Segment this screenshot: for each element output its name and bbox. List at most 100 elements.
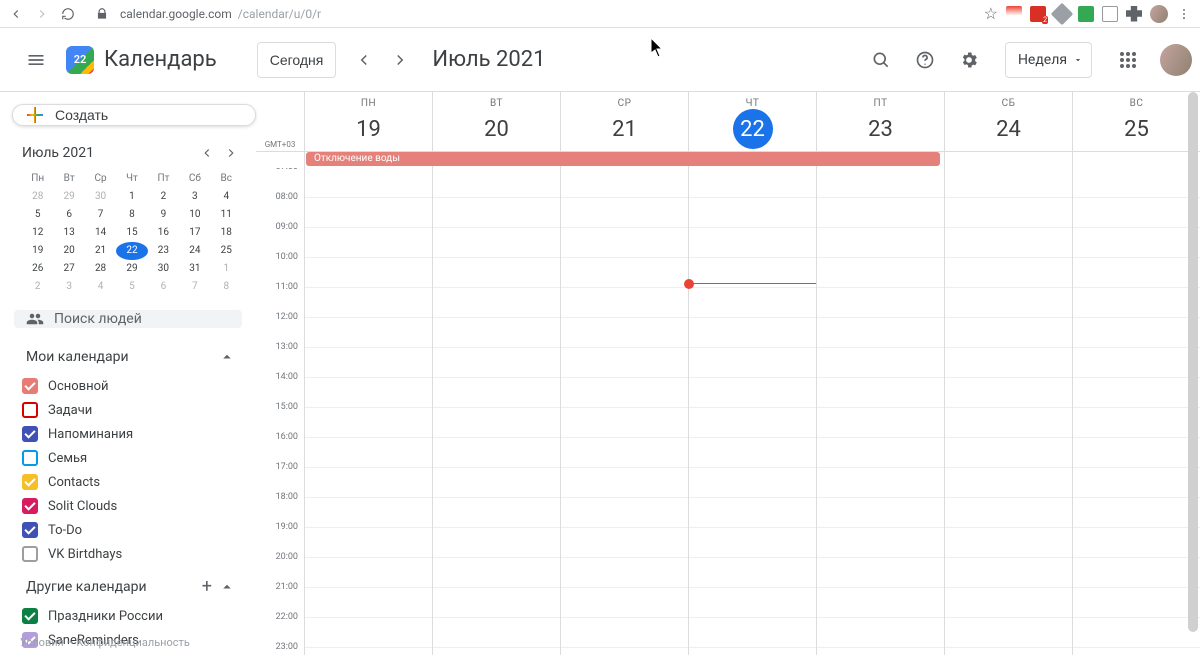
- minical-day[interactable]: 30: [85, 188, 116, 206]
- browser-back-icon[interactable]: [8, 6, 24, 22]
- minical-day[interactable]: 1: [211, 260, 242, 278]
- minical-day[interactable]: 28: [85, 260, 116, 278]
- calendar-item[interactable]: Напоминания: [22, 422, 246, 446]
- day-column[interactable]: [304, 168, 432, 655]
- today-button[interactable]: Сегодня: [257, 42, 337, 78]
- account-avatar[interactable]: [1160, 44, 1192, 76]
- minical-day[interactable]: 4: [85, 278, 116, 296]
- browser-reload-icon[interactable]: [60, 6, 76, 22]
- bookmark-star-icon[interactable]: ☆: [984, 4, 998, 23]
- calendar-item[interactable]: VK Birtdhays: [22, 542, 246, 566]
- vertical-scrollbar[interactable]: [1186, 92, 1200, 655]
- browser-forward-icon[interactable]: [34, 6, 50, 22]
- minical-day[interactable]: 27: [53, 260, 84, 278]
- minical-day[interactable]: 5: [22, 206, 53, 224]
- next-period-button[interactable]: [384, 44, 416, 76]
- day-date[interactable]: 21: [605, 109, 645, 149]
- calendar-item[interactable]: Праздники России: [22, 604, 246, 628]
- minical-next-button[interactable]: [220, 142, 242, 164]
- day-header[interactable]: ВС25: [1072, 92, 1200, 151]
- minical-day[interactable]: 14: [85, 224, 116, 242]
- minical-day[interactable]: 20: [53, 242, 84, 260]
- calendar-checkbox[interactable]: [22, 450, 38, 466]
- minical-day[interactable]: 29: [116, 260, 147, 278]
- calendar-item[interactable]: Основной: [22, 374, 246, 398]
- minical-day[interactable]: 17: [179, 224, 210, 242]
- minical-day[interactable]: 6: [148, 278, 179, 296]
- main-menu-button[interactable]: [12, 36, 60, 84]
- minical-day[interactable]: 26: [22, 260, 53, 278]
- view-selector[interactable]: Неделя: [1005, 42, 1092, 78]
- browser-profile-avatar[interactable]: [1150, 5, 1168, 23]
- minical-prev-button[interactable]: [196, 142, 218, 164]
- minical-day[interactable]: 25: [211, 242, 242, 260]
- minical-day[interactable]: 8: [116, 206, 147, 224]
- minical-day[interactable]: 24: [179, 242, 210, 260]
- allday-row[interactable]: Отключение воды: [256, 152, 1200, 168]
- minical-day[interactable]: 5: [116, 278, 147, 296]
- settings-button[interactable]: [949, 40, 989, 80]
- day-date[interactable]: 25: [1117, 109, 1157, 149]
- minical-day[interactable]: 30: [148, 260, 179, 278]
- day-column[interactable]: [688, 168, 816, 655]
- day-date[interactable]: 22: [733, 109, 773, 149]
- day-header[interactable]: ВТ20: [432, 92, 560, 151]
- minical-day[interactable]: 22: [116, 242, 147, 260]
- minical-day[interactable]: 3: [53, 278, 84, 296]
- allday-slot[interactable]: [1072, 152, 1200, 168]
- extension-gmail-icon[interactable]: [1006, 6, 1022, 22]
- other-calendars-header[interactable]: Другие календари +: [0, 572, 256, 602]
- minical-day[interactable]: 6: [53, 206, 84, 224]
- calendar-checkbox[interactable]: [22, 522, 38, 538]
- minical-day[interactable]: 13: [53, 224, 84, 242]
- day-column[interactable]: [944, 168, 1072, 655]
- minical-day[interactable]: 31: [179, 260, 210, 278]
- calendar-checkbox[interactable]: [22, 426, 38, 442]
- day-column[interactable]: [816, 168, 944, 655]
- extension-grey-icon[interactable]: [1051, 2, 1074, 25]
- minical-day[interactable]: 28: [22, 188, 53, 206]
- calendar-checkbox[interactable]: [22, 498, 38, 514]
- my-calendars-header[interactable]: Мои календари: [0, 342, 256, 372]
- calendar-item[interactable]: Contacts: [22, 470, 246, 494]
- minical-day[interactable]: 4: [211, 188, 242, 206]
- search-people-input[interactable]: Поиск людей: [14, 310, 242, 328]
- minical-day[interactable]: 19: [22, 242, 53, 260]
- day-header[interactable]: ЧТ22: [688, 92, 816, 151]
- privacy-link[interactable]: Конфиденциальность: [76, 636, 190, 649]
- prev-period-button[interactable]: [348, 44, 380, 76]
- minical-day[interactable]: 2: [148, 188, 179, 206]
- calendar-checkbox[interactable]: [22, 608, 38, 624]
- day-header[interactable]: СР21: [560, 92, 688, 151]
- minical-day[interactable]: 16: [148, 224, 179, 242]
- google-apps-button[interactable]: [1108, 40, 1148, 80]
- minical-day[interactable]: 7: [85, 206, 116, 224]
- day-header[interactable]: ПТ23: [816, 92, 944, 151]
- extension-notion-icon[interactable]: [1102, 6, 1118, 22]
- calendar-item[interactable]: To-Do: [22, 518, 246, 542]
- day-date[interactable]: 24: [989, 109, 1029, 149]
- day-header[interactable]: СБ24: [944, 92, 1072, 151]
- day-date[interactable]: 23: [861, 109, 901, 149]
- minical-day[interactable]: 15: [116, 224, 147, 242]
- calendar-checkbox[interactable]: [22, 474, 38, 490]
- calendar-checkbox[interactable]: [22, 402, 38, 418]
- calendar-item[interactable]: Задачи: [22, 398, 246, 422]
- minical-day[interactable]: 1: [116, 188, 147, 206]
- day-column[interactable]: [560, 168, 688, 655]
- search-button[interactable]: [861, 40, 901, 80]
- minical-day[interactable]: 23: [148, 242, 179, 260]
- calendar-item[interactable]: Семья: [22, 446, 246, 470]
- support-button[interactable]: [905, 40, 945, 80]
- minical-day[interactable]: 2: [22, 278, 53, 296]
- day-column[interactable]: [1072, 168, 1200, 655]
- day-date[interactable]: 20: [477, 109, 517, 149]
- minical-day[interactable]: 12: [22, 224, 53, 242]
- day-column[interactable]: [432, 168, 560, 655]
- allday-slot[interactable]: [944, 152, 1072, 168]
- minical-day[interactable]: 29: [53, 188, 84, 206]
- minical-day[interactable]: 21: [85, 242, 116, 260]
- browser-menu-icon[interactable]: [1176, 6, 1192, 22]
- calendar-item[interactable]: Solit Clouds: [22, 494, 246, 518]
- minical-day[interactable]: 11: [211, 206, 242, 224]
